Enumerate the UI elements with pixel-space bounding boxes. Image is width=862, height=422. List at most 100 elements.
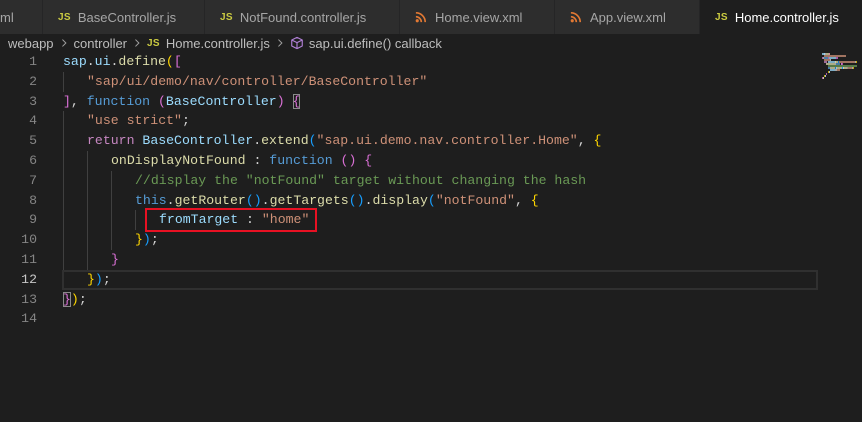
- code-token-bracket-1: {: [530, 192, 539, 208]
- indent-guide: [87, 230, 111, 250]
- breadcrumb-item-file[interactable]: JS Home.controller.js: [147, 36, 270, 51]
- annotation-highlight-box: fromTarget : "home": [145, 208, 318, 233]
- tab-home-controller-js[interactable]: JS Home.controller.js: [700, 0, 862, 34]
- breadcrumb-item-webapp[interactable]: webapp: [8, 36, 54, 51]
- js-file-icon: JS: [220, 11, 233, 23]
- code-token-function: onDisplayNotFound: [111, 152, 246, 168]
- indent-guide: [63, 190, 87, 211]
- matching-bracket: {: [292, 93, 301, 109]
- indent-guide: [63, 71, 87, 92]
- line-number[interactable]: 8: [0, 191, 37, 211]
- js-file-icon: JS: [58, 11, 71, 23]
- line-number[interactable]: 5: [0, 131, 37, 151]
- code-token-bracket-2: ): [276, 93, 285, 109]
- tab-label: Home.view.xml: [435, 9, 523, 25]
- code-token-punctuation: ;: [78, 291, 87, 307]
- indent-guide: [111, 170, 135, 191]
- code-line[interactable]: [63, 309, 818, 329]
- code-line[interactable]: return BaseController.extend("sap.ui.dem…: [63, 131, 818, 151]
- breadcrumb-item-controller[interactable]: controller: [74, 36, 127, 51]
- code-token-variable: ui: [94, 54, 111, 69]
- indent-guide: [63, 210, 87, 231]
- code-token-function: display: [372, 192, 428, 208]
- code-line[interactable]: onDisplayNotFound : function () {: [63, 150, 818, 171]
- indent-guide: [63, 249, 87, 270]
- code-token-punctuation: .: [253, 133, 262, 149]
- code-token-string: "sap.ui.demo.nav.controller.Home": [316, 133, 578, 149]
- line-number[interactable]: 2: [0, 72, 37, 92]
- breadcrumb-item-symbol[interactable]: sap.ui.define() callback: [290, 36, 442, 51]
- minimap-token: [836, 57, 837, 59]
- indent-guide: [87, 170, 111, 191]
- line-number-gutter[interactable]: 1 2 3 4 5 6 7 8 9 10 11 12 13 14: [0, 52, 37, 329]
- code-token-bracket-2: [: [173, 54, 182, 69]
- code-token-bracket-3: ): [356, 192, 365, 208]
- line-number[interactable]: 10: [0, 230, 37, 250]
- code-line[interactable]: ], function (BaseController) {: [63, 92, 818, 112]
- line-number[interactable]: 7: [0, 171, 37, 191]
- minimap-token: [836, 69, 840, 71]
- code-token-bracket-2: {: [364, 152, 373, 168]
- code-token-function: define: [118, 54, 166, 69]
- code-line[interactable]: sap.ui.define([: [63, 52, 818, 72]
- indent-guide: [111, 210, 135, 231]
- tab-label: App.view.xml: [590, 9, 666, 25]
- chevron-right-icon: [132, 38, 142, 48]
- code-line[interactable]: });: [63, 230, 818, 250]
- indent-guide: [111, 230, 135, 250]
- code-token-variable: BaseController: [142, 133, 254, 149]
- tab-home-view-xml[interactable]: Home.view.xml: [400, 0, 555, 34]
- breadcrumb: webapp controller JS Home.controller.js …: [0, 34, 862, 52]
- code-token-variable: BaseController: [165, 93, 277, 109]
- code-token-bracket-2: }: [111, 251, 119, 267]
- minimap[interactable]: [822, 53, 862, 81]
- line-number[interactable]: 4: [0, 111, 37, 131]
- code-token-punctuation: [150, 94, 158, 109]
- xml-file-icon: [570, 11, 582, 23]
- line-number[interactable]: 12: [0, 270, 37, 290]
- indent-guide: [87, 249, 111, 270]
- tab-app-view-xml[interactable]: App.view.xml: [555, 0, 700, 34]
- code-token-bracket-3: (: [245, 192, 254, 208]
- code-line[interactable]: fromTarget : "home": [63, 208, 818, 233]
- line-number[interactable]: 6: [0, 151, 37, 171]
- code-token-bracket-2: (: [157, 93, 166, 109]
- code-line[interactable]: //display the "notFound" target without …: [63, 170, 818, 191]
- code-token-bracket-3: (: [427, 192, 436, 208]
- indent-guide: [111, 190, 135, 211]
- code-token-bracket-1: }: [87, 271, 95, 287]
- js-file-icon: JS: [715, 11, 728, 23]
- tab-partially-visible[interactable]: ml: [0, 0, 43, 34]
- minimap-token: [856, 61, 857, 63]
- line-number[interactable]: 3: [0, 92, 37, 112]
- matching-bracket: }: [63, 291, 71, 307]
- line-number[interactable]: 9: [0, 210, 37, 230]
- line-number[interactable]: 11: [0, 250, 37, 270]
- code-line[interactable]: }: [63, 249, 818, 270]
- code-token-bracket-3: ): [253, 192, 262, 208]
- code-token-variable: fromTarget: [159, 212, 239, 228]
- indent-guide: [63, 230, 87, 250]
- code-token-keyword: function: [86, 93, 151, 109]
- indent-guide: [87, 150, 111, 171]
- minimap-token: [853, 67, 854, 69]
- code-line[interactable]: });: [63, 290, 818, 310]
- code-line[interactable]: "use strict";: [63, 111, 818, 132]
- line-number[interactable]: 14: [0, 309, 37, 329]
- code-token-bracket-3: ): [94, 271, 103, 287]
- code-line[interactable]: "sap/ui/demo/nav/controller/BaseControll…: [63, 71, 818, 92]
- code-token-punctuation: :: [245, 152, 270, 168]
- code-line[interactable]: });: [62, 269, 818, 290]
- js-file-icon: JS: [147, 37, 160, 49]
- line-number[interactable]: 1: [0, 52, 37, 72]
- tab-basecontroller-js[interactable]: JS BaseController.js: [43, 0, 205, 34]
- breadcrumb-item-label: Home.controller.js: [165, 35, 270, 51]
- code-token-bracket-1: ): [70, 291, 79, 307]
- tab-notfound-controller-js[interactable]: JS NotFound.controller.js: [205, 0, 400, 34]
- xml-file-icon: [415, 11, 427, 23]
- code-token-string: "notFound": [435, 192, 515, 208]
- minimap-token: [829, 71, 830, 73]
- indent-guide: [63, 131, 87, 151]
- line-number[interactable]: 13: [0, 290, 37, 310]
- code-area[interactable]: sap.ui.define(["sap/ui/demo/nav/controll…: [62, 52, 818, 329]
